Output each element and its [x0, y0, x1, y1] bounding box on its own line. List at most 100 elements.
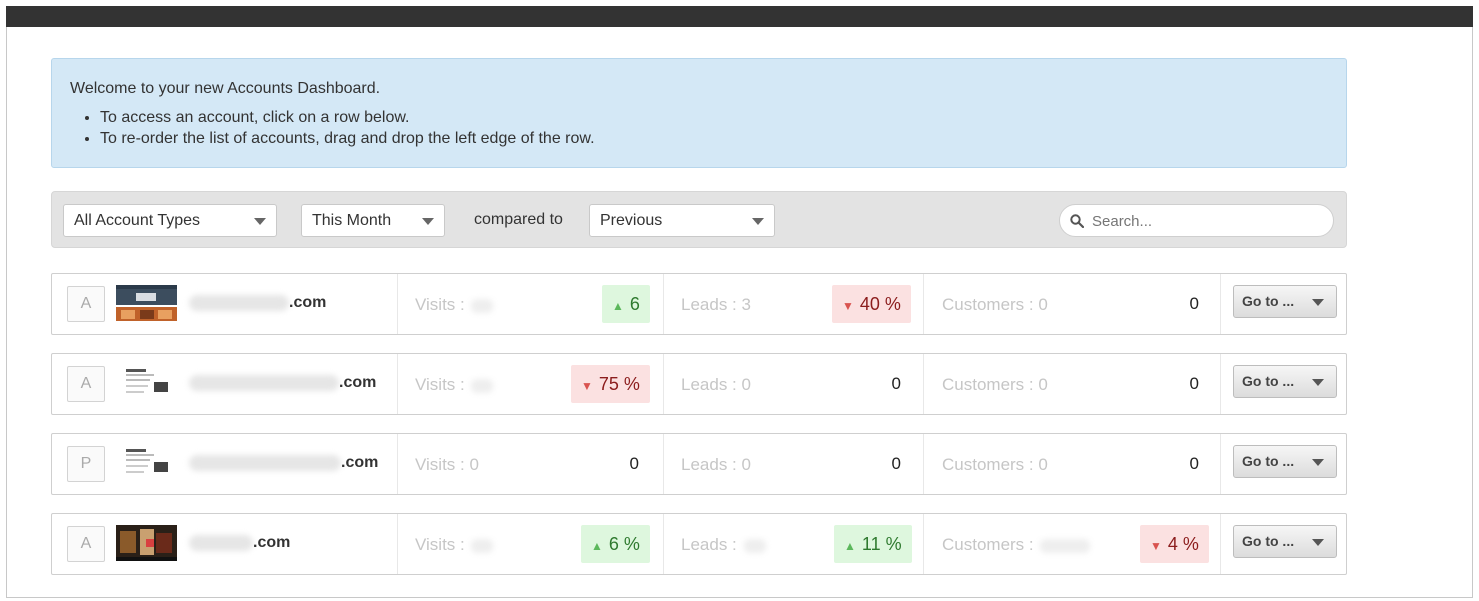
- search-icon: [1070, 214, 1084, 228]
- leads-label: Leads : 0: [681, 455, 751, 474]
- divider: [397, 434, 398, 494]
- visits-change-badge: ▼ 75 %: [571, 365, 650, 403]
- leads-value: 0: [891, 374, 901, 393]
- divider: [397, 274, 398, 334]
- customers-label: Customers : 0: [942, 375, 1048, 394]
- welcome-panel: Welcome to your new Accounts Dashboard. …: [51, 58, 1347, 168]
- customers-value: 0: [1189, 294, 1199, 313]
- divider: [923, 354, 924, 414]
- welcome-bullet: To access an account, click on a row bel…: [100, 107, 1328, 128]
- visits-label-text: Visits :: [415, 375, 470, 394]
- visits-value: 0: [629, 454, 639, 473]
- visits-change-value: 6: [629, 294, 640, 314]
- comparison-select[interactable]: Previous: [589, 204, 775, 237]
- account-type-value: All Account Types: [74, 212, 200, 229]
- visits-change-badge: ▲ 6 %: [581, 525, 650, 563]
- search-box[interactable]: [1059, 204, 1334, 237]
- account-domain: .com: [339, 374, 377, 391]
- visits-label-text: Visits :: [415, 295, 470, 314]
- divider: [923, 514, 924, 574]
- account-row[interactable]: A .com Visits : ▲ 6 Leads : 3 ▼ 40 % Custo…: [51, 273, 1347, 335]
- visits-label: Visits :: [415, 535, 494, 555]
- divider: [397, 514, 398, 574]
- visits-label: Visits : 0: [415, 455, 479, 474]
- visits-label: Visits :: [415, 295, 494, 315]
- customers-label: Customers : 0: [942, 295, 1048, 314]
- chevron-down-icon: [422, 218, 434, 225]
- go-to-label: Go to ...: [1242, 533, 1295, 549]
- divider: [1220, 274, 1221, 334]
- top-bar: [6, 6, 1473, 27]
- arrow-up-icon: ▲: [591, 539, 603, 553]
- site-thumbnail: [116, 365, 177, 401]
- go-to-button[interactable]: Go to ...: [1233, 525, 1337, 558]
- chevron-down-icon: [1312, 379, 1324, 386]
- account-row[interactable]: A .com Visits : ▲ 6 % Leads : ▲ 11 % Custo…: [51, 513, 1347, 575]
- leads-label: Leads : 0: [681, 375, 751, 394]
- comparison-value: Previous: [600, 212, 663, 229]
- arrow-down-icon: ▼: [581, 379, 593, 393]
- go-to-button[interactable]: Go to ...: [1233, 285, 1337, 318]
- leads-label-text: Leads :: [681, 535, 742, 554]
- go-to-label: Go to ...: [1242, 373, 1295, 389]
- domain-redacted: [189, 295, 289, 311]
- customers-value: 0: [1189, 454, 1199, 473]
- welcome-title: Welcome to your new Accounts Dashboard.: [70, 80, 381, 97]
- value-redacted: [471, 538, 494, 553]
- chevron-down-icon: [1312, 539, 1324, 546]
- go-to-label: Go to ...: [1242, 453, 1295, 469]
- visits-label-text: Visits :: [415, 535, 470, 554]
- visits-change-badge: ▲ 6: [602, 285, 650, 323]
- value-redacted: [471, 378, 494, 393]
- period-select[interactable]: This Month: [301, 204, 445, 237]
- divider: [1220, 354, 1221, 414]
- visits-label: Visits :: [415, 375, 494, 395]
- search-input[interactable]: [1090, 211, 1320, 231]
- chevron-down-icon: [752, 218, 764, 225]
- arrow-down-icon: ▼: [842, 299, 854, 313]
- divider: [923, 434, 924, 494]
- account-type-badge[interactable]: A: [67, 366, 105, 402]
- customers-label: Customers :: [942, 535, 1091, 555]
- account-domain: .com: [341, 454, 379, 471]
- leads-label: Leads :: [681, 535, 766, 555]
- customers-value: 0: [1189, 374, 1199, 393]
- account-row[interactable]: P .com Visits : 0 0 Leads : 0 0 Customer…: [51, 433, 1347, 495]
- divider: [663, 274, 664, 334]
- period-value: This Month: [312, 212, 392, 229]
- divider: [1220, 434, 1221, 494]
- account-type-badge[interactable]: A: [67, 286, 105, 322]
- go-to-label: Go to ...: [1242, 293, 1295, 309]
- chevron-down-icon: [254, 218, 266, 225]
- go-to-button[interactable]: Go to ...: [1233, 445, 1337, 478]
- divider: [663, 354, 664, 414]
- account-row[interactable]: A .com Visits : ▼ 75 % Leads : 0 0 Custom…: [51, 353, 1347, 415]
- leads-change-badge: ▼ 40 %: [832, 285, 911, 323]
- domain-redacted: [189, 375, 339, 391]
- account-type-select[interactable]: All Account Types: [63, 204, 277, 237]
- customers-label-text: Customers :: [942, 535, 1039, 554]
- compared-to-label: compared to: [474, 211, 563, 228]
- go-to-button[interactable]: Go to ...: [1233, 365, 1337, 398]
- leads-change-value: 11 %: [861, 534, 902, 554]
- filter-bar: All Account Types This Month compared to…: [51, 191, 1347, 248]
- leads-change-badge: ▲ 11 %: [834, 525, 912, 563]
- site-thumbnail: [116, 445, 177, 481]
- account-domain: .com: [253, 534, 291, 551]
- value-redacted: [471, 298, 494, 313]
- divider: [663, 434, 664, 494]
- visits-change-value: 6 %: [608, 534, 640, 554]
- chevron-down-icon: [1312, 299, 1324, 306]
- chevron-down-icon: [1312, 459, 1324, 466]
- domain-redacted: [189, 535, 253, 551]
- leads-change-value: 40 %: [859, 294, 901, 314]
- visits-change-value: 75 %: [598, 374, 640, 394]
- account-domain: .com: [289, 294, 327, 311]
- account-type-badge[interactable]: P: [67, 446, 105, 482]
- divider: [1220, 514, 1221, 574]
- arrow-down-icon: ▼: [1150, 539, 1162, 553]
- welcome-list: To access an account, click on a row bel…: [70, 107, 1328, 149]
- account-type-badge[interactable]: A: [67, 526, 105, 562]
- domain-redacted: [189, 455, 341, 471]
- site-thumbnail: [116, 525, 177, 561]
